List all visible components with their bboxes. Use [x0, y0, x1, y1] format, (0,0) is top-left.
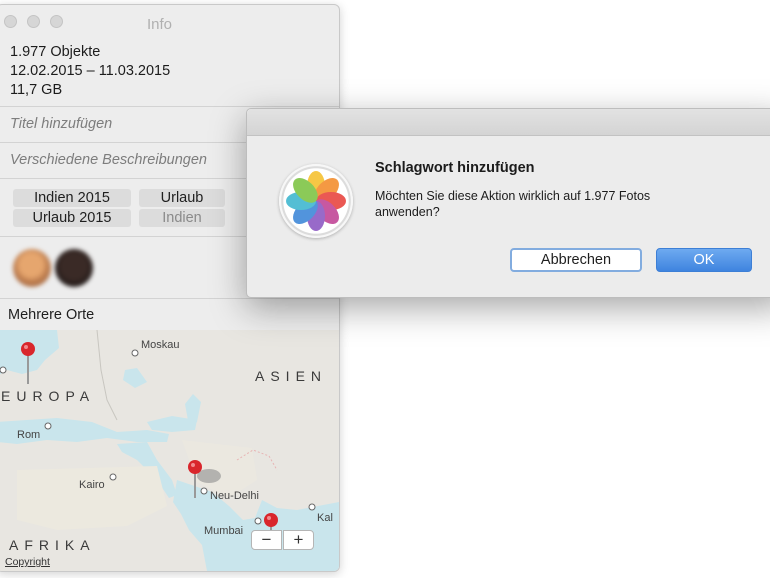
ok-button[interactable]: OK	[656, 248, 752, 272]
photos-app-icon	[279, 164, 353, 238]
city-label: Neu-Delhi	[210, 490, 259, 502]
places-label: Mehrere Orte	[8, 307, 95, 323]
minimize-window-button[interactable]	[27, 15, 40, 28]
keyword-tag[interactable]: Urlaub 2015	[13, 209, 131, 227]
city-label: Kal	[317, 512, 333, 524]
region-label: ASIEN	[255, 368, 328, 384]
city-label: Mumbai	[204, 525, 244, 537]
dialog-message: Möchten Sie diese Aktion wirklich auf 1.…	[375, 189, 651, 219]
date-range: 12.02.2015 – 11.03.2015	[10, 63, 171, 79]
face-avatar[interactable]	[13, 249, 51, 287]
zoom-out-button[interactable]: −	[251, 530, 282, 550]
zoom-window-button[interactable]	[50, 15, 63, 28]
region-label: AFRIKA	[9, 537, 96, 553]
title-field[interactable]: Titel hinzufügen	[10, 116, 112, 132]
keyword-tag[interactable]: Indien 2015	[13, 189, 131, 207]
object-count: 1.977 Objekte	[10, 44, 101, 60]
location-map[interactable]: Moskau Rom Kairo Neu-Delhi Mumbai Kal EU…	[0, 330, 339, 571]
face-avatar[interactable]	[55, 249, 93, 287]
region-label: EUROPA	[1, 388, 96, 404]
window-titlebar: Info	[0, 5, 339, 35]
selection-metadata: 1.977 Objekte 12.02.2015 – 11.03.2015 11…	[10, 43, 170, 100]
dialog-titlebar	[247, 109, 770, 136]
city-label: Moskau	[141, 339, 180, 351]
dialog-title: Schlagwort hinzufügen	[375, 160, 535, 176]
keyword-tag[interactable]: Urlaub	[139, 189, 225, 207]
cancel-button[interactable]: Abbrechen	[510, 248, 642, 272]
divider	[0, 298, 339, 299]
divider	[0, 106, 339, 107]
city-label: Kairo	[79, 479, 105, 491]
window-title: Info	[147, 16, 173, 33]
description-field[interactable]: Verschiedene Beschreibungen	[10, 152, 207, 168]
map-zoom-control: − +	[251, 530, 315, 550]
total-size: 11,7 GB	[10, 82, 63, 98]
zoom-in-button[interactable]: +	[283, 530, 314, 550]
city-label: Rom	[17, 429, 41, 441]
confirmation-dialog: Schlagwort hinzufügen Möchten Sie diese …	[246, 108, 770, 298]
close-window-button[interactable]	[4, 15, 17, 28]
map-copyright-link[interactable]: Copyright	[5, 556, 50, 568]
keyword-tag[interactable]: Indien	[139, 209, 225, 227]
